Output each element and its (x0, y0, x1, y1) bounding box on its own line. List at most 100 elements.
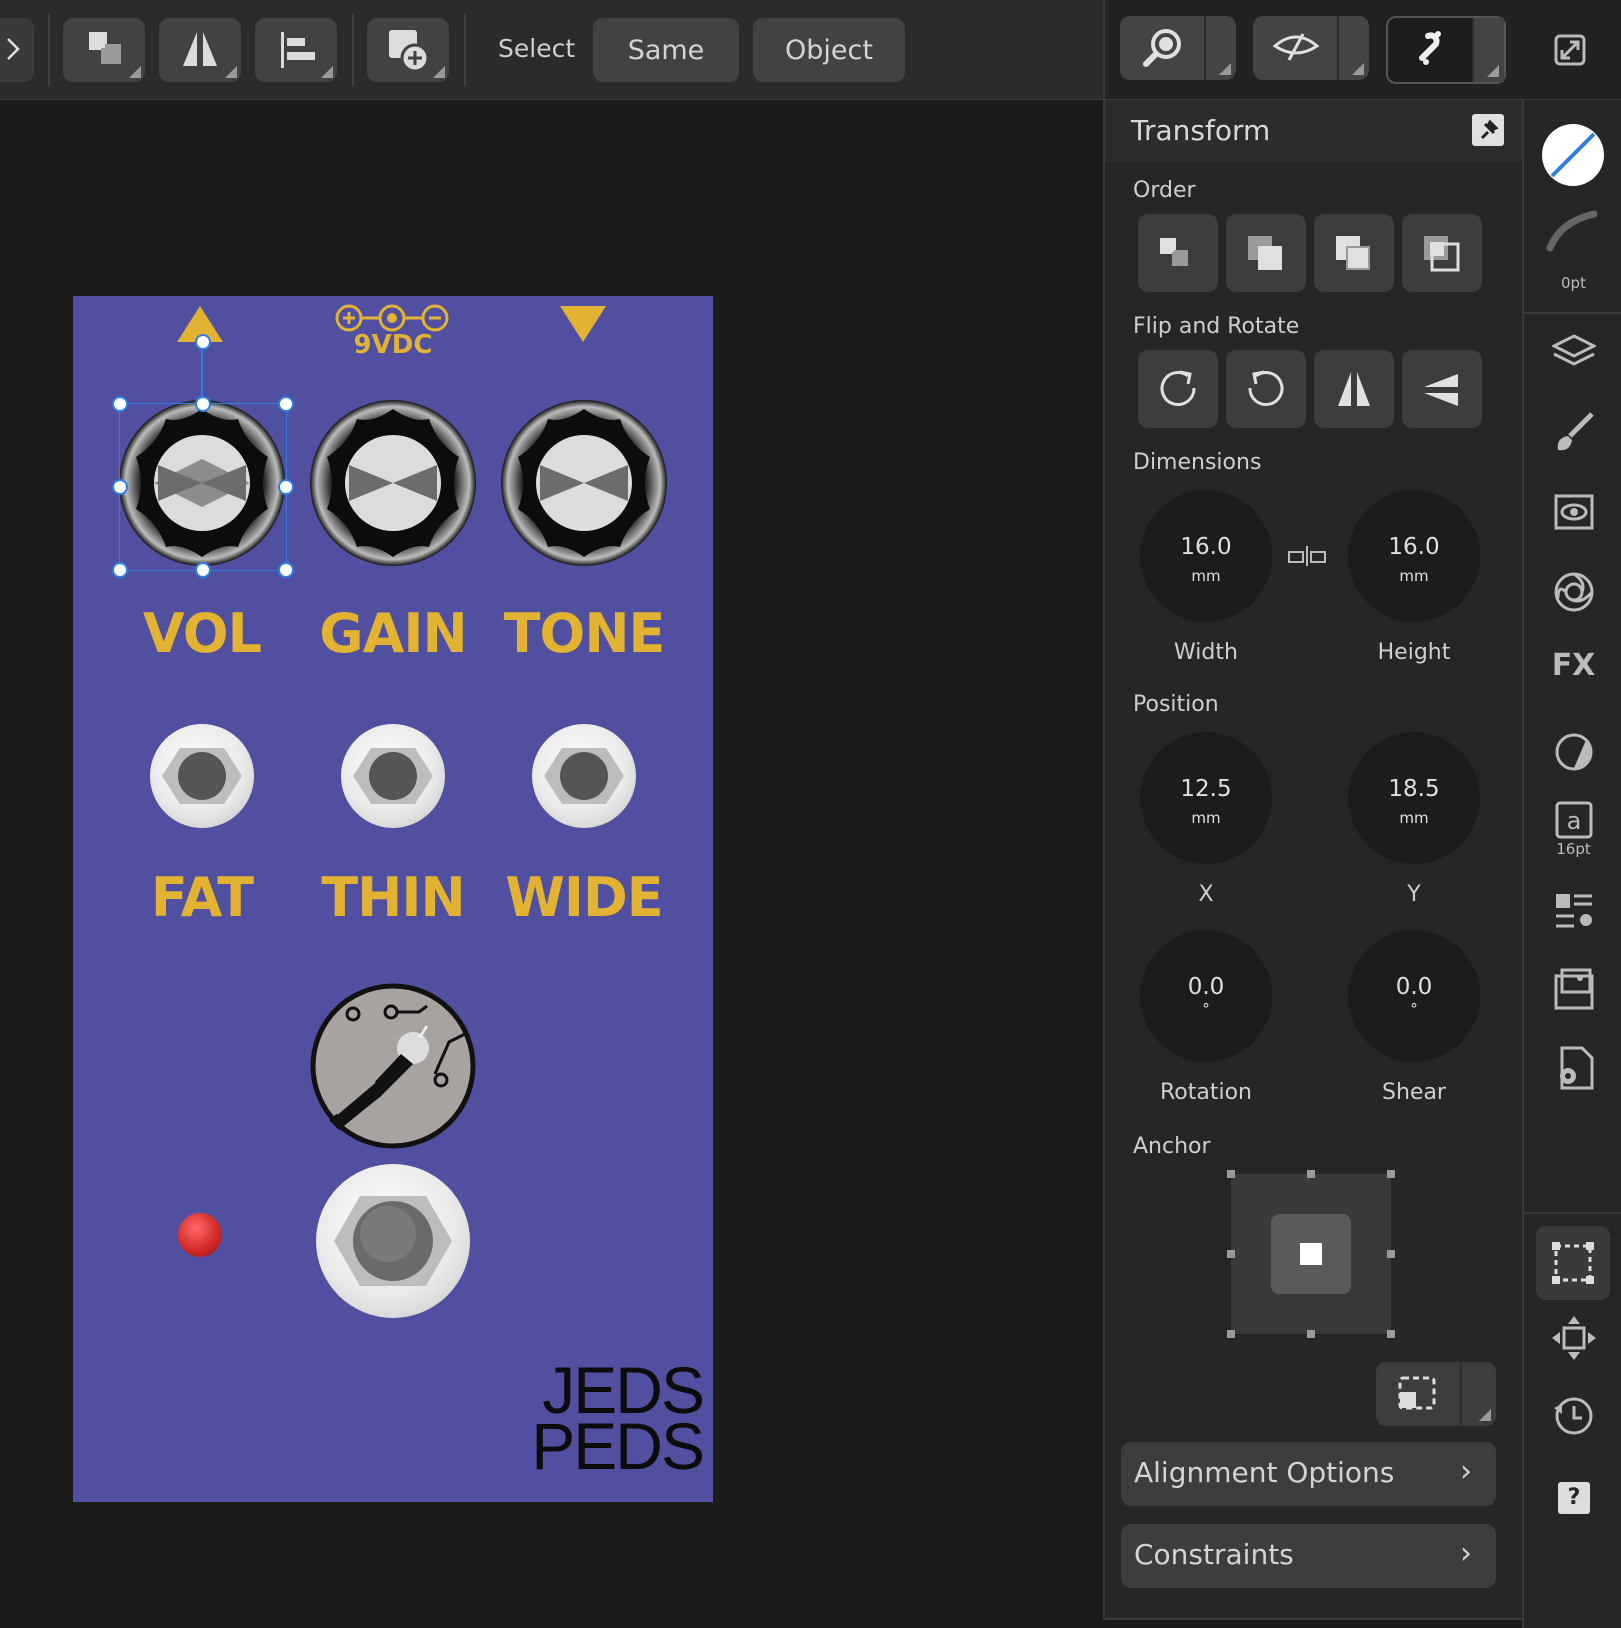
switch-label-wide: WIDE (505, 866, 663, 929)
link-dimensions-icon[interactable] (1287, 544, 1327, 568)
send-backward-button[interactable] (1314, 214, 1394, 292)
rotate-counterclockwise-button[interactable] (1226, 350, 1306, 428)
flip-button[interactable] (159, 18, 241, 82)
flip-vertical-button[interactable] (1402, 350, 1482, 428)
y-unit: mm (1399, 809, 1429, 827)
panel-title: Transform (1131, 114, 1271, 147)
fill-none-swatch-icon[interactable] (1540, 122, 1606, 188)
stroke-width-value: 0pt (1561, 274, 1586, 292)
fullscreen-icon[interactable] (1550, 30, 1590, 70)
footswitch[interactable] (316, 1164, 470, 1318)
arrange-button[interactable] (63, 18, 145, 82)
stock-icon[interactable] (1552, 490, 1596, 534)
zoom-button[interactable] (1120, 16, 1236, 80)
resize-handle[interactable] (278, 479, 294, 495)
order-front-icon (1160, 238, 1188, 266)
resize-handle[interactable] (278, 562, 294, 578)
anchor-point[interactable] (1387, 1250, 1395, 1258)
order-back-icon (1424, 236, 1460, 272)
layers-icon[interactable] (1552, 330, 1596, 374)
tone-knob[interactable] (500, 399, 668, 567)
y-label: Y (1407, 882, 1421, 907)
pin-panel-icon[interactable] (1472, 114, 1504, 146)
svg-text:a: a (1567, 807, 1582, 835)
text-style-icon[interactable]: a (1554, 800, 1594, 840)
snapping-button[interactable] (1386, 16, 1506, 84)
anchor-point[interactable] (1387, 1170, 1395, 1178)
pedal-artwork[interactable]: 9VDC VOL GAIN TONE FAT THIN WIDE JEDS PE… (73, 296, 713, 1502)
height-dial[interactable]: 16.0 mm (1348, 490, 1480, 622)
rotate-clockwise-icon (1160, 370, 1196, 406)
transform-origin-button[interactable] (1376, 1362, 1496, 1426)
transform-studio-button[interactable] (1536, 1226, 1610, 1300)
anchor-point[interactable] (1227, 1170, 1235, 1178)
rotation-unit: ° (1202, 1000, 1210, 1018)
shear-dial[interactable]: 0.0 ° (1348, 930, 1480, 1062)
color-wheel-icon[interactable] (1552, 570, 1596, 614)
width-unit: mm (1191, 567, 1221, 585)
y-dial[interactable]: 18.5 mm (1348, 732, 1480, 864)
brushes-icon[interactable] (1552, 410, 1596, 454)
width-dial[interactable]: 16.0 mm (1140, 490, 1272, 622)
switch-label-fat: FAT (150, 866, 254, 929)
resize-handle[interactable] (112, 562, 128, 578)
anchor-grid[interactable] (1227, 1170, 1395, 1338)
order-section-label: Order (1133, 178, 1196, 203)
resize-handle[interactable] (195, 562, 211, 578)
resize-handle[interactable] (112, 396, 128, 412)
send-to-back-button[interactable] (1402, 214, 1482, 292)
anchor-center[interactable] (1271, 1214, 1351, 1294)
select-label: Select (498, 34, 576, 63)
select-same-button[interactable]: Same (593, 18, 739, 82)
transform-panel: Transform Order Flip and Rotate Dimensio… (1103, 100, 1523, 1620)
wide-switch[interactable] (532, 724, 636, 828)
insert-button[interactable] (367, 18, 449, 82)
studio-header (1103, 0, 1621, 100)
shear-label: Shear (1382, 1080, 1446, 1105)
width-value: 16.0 (1180, 534, 1232, 560)
studio-divider (1524, 1212, 1621, 1214)
selection-bounding-box (119, 403, 287, 571)
rotation-handle[interactable] (195, 334, 211, 350)
fx-icon[interactable]: FX (1524, 648, 1621, 683)
bring-to-front-button[interactable] (1138, 214, 1218, 292)
alignment-options-button[interactable]: Alignment Options › (1121, 1442, 1496, 1506)
resize-handle[interactable] (278, 396, 294, 412)
studio-divider (1524, 312, 1621, 314)
help-icon[interactable]: ? (1558, 1482, 1590, 1514)
anchor-point[interactable] (1307, 1330, 1315, 1338)
expand-toolbar-button[interactable] (0, 18, 34, 82)
view-mode-button[interactable] (1253, 16, 1369, 80)
x-dial[interactable]: 12.5 mm (1140, 732, 1272, 864)
text-styles-list-icon[interactable] (1552, 890, 1596, 934)
assets-icon[interactable] (1552, 968, 1596, 1012)
history-icon[interactable] (1552, 1394, 1596, 1438)
anchor-point[interactable] (1387, 1330, 1395, 1338)
toolbar-divider (464, 14, 466, 86)
gain-knob[interactable] (309, 399, 477, 567)
eye-slash-icon (1272, 33, 1320, 61)
select-object-button[interactable]: Object (753, 18, 905, 82)
navigator-icon[interactable] (1552, 1316, 1596, 1360)
transparency-icon[interactable] (1552, 730, 1596, 774)
anchor-point[interactable] (1307, 1170, 1315, 1178)
anchor-point[interactable] (1227, 1330, 1235, 1338)
resize-handle[interactable] (195, 396, 211, 412)
thin-switch[interactable] (341, 724, 445, 828)
chevron-right-icon: › (1460, 1536, 1472, 1571)
anchor-point[interactable] (1227, 1250, 1235, 1258)
flip-horizontal-button[interactable] (1314, 350, 1394, 428)
rotation-dial[interactable]: 0.0 ° (1140, 930, 1272, 1062)
resize-handle[interactable] (112, 479, 128, 495)
fat-switch[interactable] (150, 724, 254, 828)
rotation-value: 0.0 (1187, 974, 1225, 1000)
align-button[interactable] (255, 18, 337, 82)
stroke-swatch-icon[interactable] (1546, 208, 1600, 254)
bring-forward-button[interactable] (1226, 214, 1306, 292)
soldering-iron-logo (310, 983, 476, 1149)
rotate-clockwise-button[interactable] (1138, 350, 1218, 428)
toolbar-divider (48, 14, 50, 86)
constraints-button[interactable]: Constraints › (1121, 1524, 1496, 1588)
x-unit: mm (1191, 809, 1221, 827)
document-settings-icon[interactable] (1552, 1046, 1596, 1090)
